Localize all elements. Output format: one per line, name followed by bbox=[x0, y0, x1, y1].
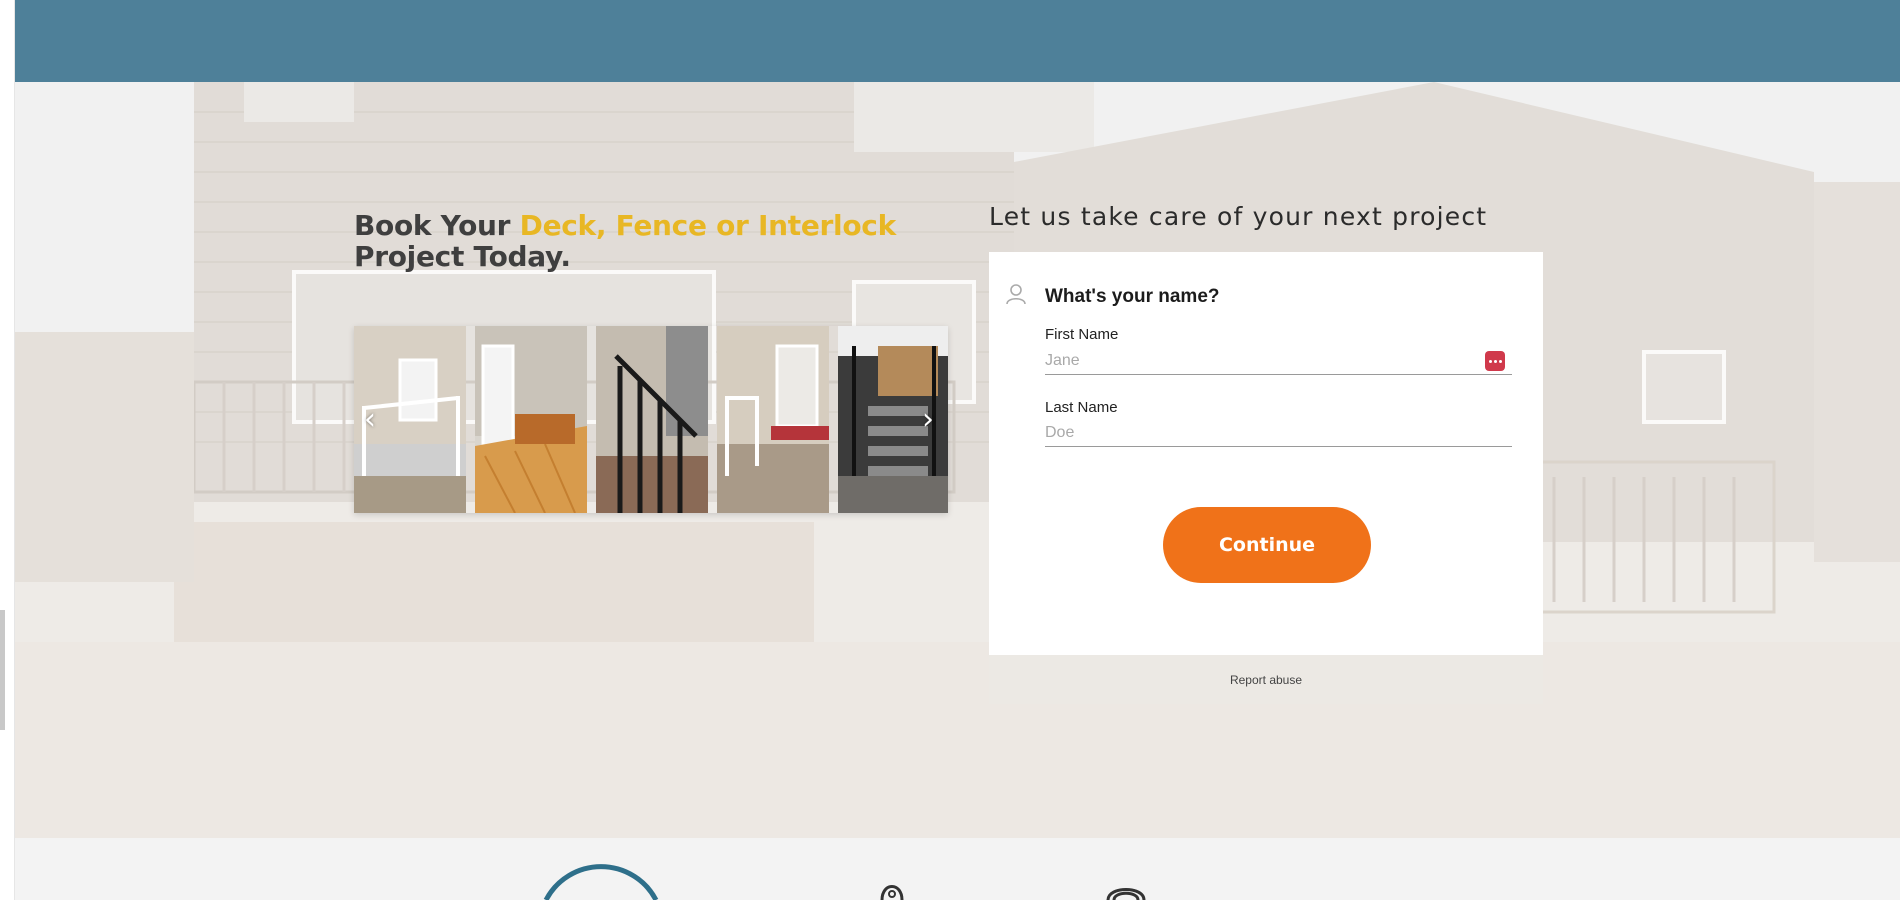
features-icons-row bbox=[543, 864, 1146, 902]
hero-overlay bbox=[14, 82, 1900, 838]
report-abuse-link[interactable]: Report abuse bbox=[1230, 673, 1302, 687]
gallery-photo-3-image bbox=[596, 326, 708, 513]
name-question: What's your name? bbox=[1045, 286, 1220, 307]
top-header-bar bbox=[14, 0, 1900, 82]
left-scroll-strip bbox=[0, 0, 15, 900]
project-photo-gallery: ‹ › bbox=[354, 326, 948, 513]
features-section bbox=[14, 838, 1900, 902]
form-footer: Report abuse bbox=[989, 655, 1543, 704]
chevron-right-icon: › bbox=[922, 401, 934, 437]
headline-prefix: Book Your bbox=[354, 209, 520, 242]
gallery-prev-button[interactable]: ‹ bbox=[356, 401, 384, 437]
page-headline: Book Your Deck, Fence or Interlock Proje… bbox=[354, 210, 896, 272]
headline-suffix: Project Today. bbox=[354, 240, 571, 273]
headline-accent: Deck, Fence or Interlock bbox=[519, 209, 897, 242]
form-heading: Let us take care of your next project bbox=[989, 202, 1488, 231]
person-icon bbox=[1006, 284, 1026, 305]
gallery-photo-2 bbox=[475, 326, 587, 513]
first-name-input[interactable] bbox=[1045, 348, 1512, 375]
gallery-photo-4-image bbox=[717, 326, 829, 513]
gallery-next-button[interactable]: › bbox=[914, 401, 942, 437]
gallery-photo-4 bbox=[717, 326, 829, 513]
last-name-input[interactable] bbox=[1045, 420, 1512, 447]
chevron-left-icon: ‹ bbox=[364, 401, 376, 437]
hero-section bbox=[14, 82, 1900, 838]
continue-button[interactable]: Continue bbox=[1163, 507, 1371, 583]
gallery-photo-3 bbox=[596, 326, 708, 513]
lead-form-card: What's your name? First Name Last Name C… bbox=[989, 252, 1543, 655]
gallery-photo-2-image bbox=[475, 326, 587, 513]
circle-badge-icon bbox=[543, 864, 659, 902]
first-name-label: First Name bbox=[1045, 326, 1119, 343]
last-name-label: Last Name bbox=[1045, 399, 1118, 416]
password-manager-icon[interactable] bbox=[1485, 351, 1505, 371]
scrollbar-thumb[interactable] bbox=[0, 610, 5, 730]
